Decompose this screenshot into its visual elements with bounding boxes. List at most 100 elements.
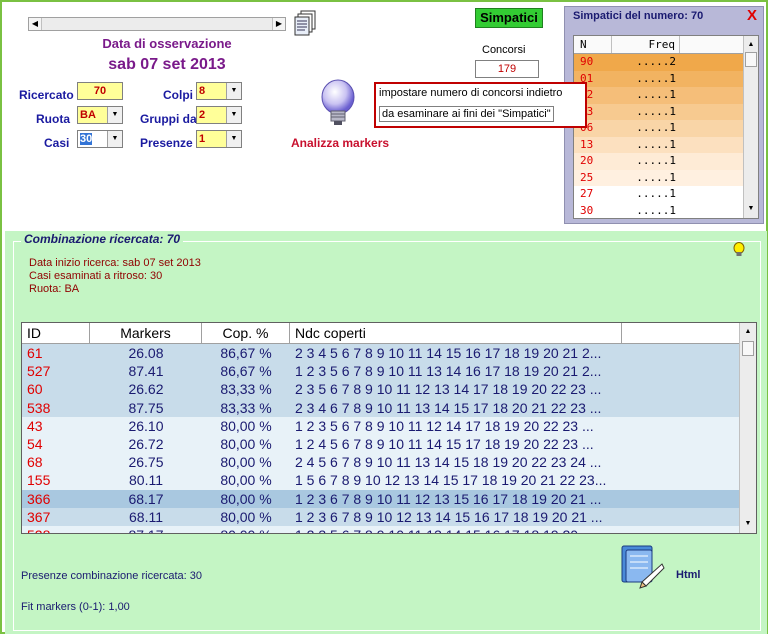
simpatici-scrollbar[interactable]: ▲ ▼	[743, 36, 758, 218]
simpatici-freq: .....1	[636, 154, 676, 167]
info-ruota: Ruota: BA	[29, 283, 80, 295]
simpatici-freq: .....1	[636, 137, 676, 151]
table-row[interactable]: 54 26.72 80,00 % 1 2 4 5 6 7 8 9 10 11 14 1…	[22, 434, 756, 454]
ricercato-input[interactable]: 70	[77, 82, 123, 100]
table-row[interactable]: 366 68.17 80,00 % 1 2 3 6 7 8 9 10 11 12 13…	[22, 489, 756, 508]
chevron-down-icon[interactable]: ▼	[226, 131, 241, 147]
colpi-select[interactable]: 8 ▼	[196, 82, 242, 100]
scroll-thumb[interactable]	[742, 341, 754, 356]
gruppi-select[interactable]: 2 ▼	[196, 106, 242, 124]
simpatici-panel-title: Simpatici del numero: 70	[573, 10, 704, 22]
simpatici-number: 30	[580, 203, 594, 217]
html-export-icon[interactable]	[618, 542, 666, 590]
tooltip-line-1: impostare numero di concorsi indietro	[379, 87, 563, 99]
simpatici-row[interactable]: 02.....1	[574, 87, 758, 104]
table-row[interactable]: 527 87.41 86,67 % 1 2 3 5 6 7 8 9 10 11 13 …	[22, 362, 756, 381]
table-row[interactable]: 68 26.75 80,00 % 2 4 5 6 7 8 9 10 11 13 14 …	[22, 453, 756, 472]
simpatici-rows: 90 .....2 01.....102.....103.....106.....1…	[574, 54, 758, 218]
simpatici-row[interactable]: 03.....1	[574, 103, 758, 120]
column-header-cop[interactable]: Cop. %	[202, 323, 290, 343]
table-row[interactable]: 538 87.75 83,33 % 2 3 4 6 7 8 9 10 11 13 14…	[22, 398, 756, 417]
table-row[interactable]: 61 26.08 86,67 % 2 3 4 5 6 7 8 9 10 11 14 1…	[22, 344, 756, 363]
row-cop: 86,67 %	[220, 363, 272, 380]
simpatici-number: 90	[580, 55, 594, 68]
row-ndc: 1 2 3 6 7 8 9 10 12 13 14 15 16 17 18 19…	[295, 508, 603, 525]
lightbulb-icon[interactable]	[315, 78, 361, 130]
column-header-ndc[interactable]: Ndc coperti	[290, 323, 622, 343]
colpi-label: Colpi	[163, 88, 193, 102]
row-markers: 26.75	[128, 454, 164, 471]
simpatici-row[interactable]: 06.....1	[574, 120, 758, 137]
observation-date: sab 07 set 2013	[108, 56, 226, 73]
colpi-value: 8	[199, 85, 206, 97]
concorsi-tooltip: impostare numero di concorsi indietro da…	[374, 82, 587, 128]
chevron-down-icon[interactable]: ▼	[107, 107, 122, 123]
scroll-down-arrow-icon[interactable]: ▼	[741, 517, 755, 531]
casi-select[interactable]: 30 ▼	[77, 130, 123, 148]
simpatici-freq: .....1	[636, 203, 676, 217]
scroll-right-arrow-icon[interactable]: ▶	[272, 18, 285, 30]
column-header-markers[interactable]: Markers	[90, 323, 202, 343]
concorsi-input[interactable]: 179	[475, 60, 539, 78]
row-markers: 26.08	[128, 345, 164, 361]
row-ndc: 2 3 4 5 6 7 8 9 10 11 14 15 16 17 18 19 …	[295, 345, 602, 361]
row-markers: 80.11	[129, 472, 163, 489]
simpatici-freq: .....1	[636, 104, 676, 118]
simpatici-row[interactable]: 01 .....1	[574, 70, 758, 87]
scroll-up-arrow-icon[interactable]: ▲	[744, 38, 758, 52]
row-ndc: 1 2 3 6 7 8 9 10 11 12 13 15 16 17 18 19…	[295, 490, 602, 507]
chevron-down-icon[interactable]: ▼	[107, 131, 122, 147]
simpatici-row[interactable]: 13 .....1	[574, 136, 758, 153]
simpatici-panel: Simpatici del numero: 70 X N Freq 90....…	[564, 6, 764, 224]
simpatici-row[interactable]: 27 .....1	[574, 186, 758, 203]
simpatici-row[interactable]: 25 .....1	[574, 169, 758, 186]
simpatici-freq: .....1	[636, 121, 676, 134]
row-cop: 80,00 %	[220, 454, 272, 471]
documents-icon[interactable]	[294, 10, 318, 36]
presenze-select[interactable]: 1 ▼	[196, 130, 242, 148]
row-markers: 68.17	[128, 490, 164, 507]
row-id: 367	[27, 508, 51, 525]
ruota-select[interactable]: BA ▼	[77, 106, 123, 124]
row-ndc: 1 2 3 5 6 7 8 9 10 11 13 14 16 17 18 19 …	[295, 363, 602, 380]
scroll-up-arrow-icon[interactable]: ▲	[741, 325, 755, 339]
date-scrollbar[interactable]: ◀ ▶	[28, 17, 286, 31]
row-markers: 26.62	[128, 381, 164, 398]
simpatici-list[interactable]: N Freq 90 .....2 01.....102.....103.....10…	[573, 35, 759, 219]
lightbulb-icon[interactable]	[732, 242, 746, 258]
chevron-down-icon[interactable]: ▼	[226, 107, 241, 123]
gruppi-label: Gruppi da	[140, 112, 197, 126]
scroll-left-arrow-icon[interactable]: ◀	[29, 18, 42, 30]
table-row[interactable]: 43 26.10 80,00 % 1 2 3 5 6 7 8 9 10 11 12 1…	[22, 416, 756, 435]
presenze-value: 1	[199, 133, 206, 145]
scroll-down-arrow-icon[interactable]: ▼	[744, 202, 758, 216]
simpatici-number: 25	[580, 170, 594, 184]
column-header-freq[interactable]: Freq	[612, 36, 680, 53]
row-ndc: 2 3 4 6 7 8 9 10 11 13 14 15 17 18 20 21…	[295, 399, 602, 416]
table-row[interactable]: 155 80.11 80,00 % 1 5 6 7 8 9 10 12 13 14 1…	[22, 471, 756, 490]
info-casi: Casi esaminati a ritroso: 30	[29, 270, 163, 282]
row-ndc: 1 2 3 5 6 7 8 9 10 11 12 14 17 18 19 20 …	[295, 417, 594, 434]
table-row[interactable]: 52887.1780,00 %1 2 3 5 6 7 8 9 10 11 13 …	[22, 525, 756, 533]
row-id: 61	[27, 345, 43, 361]
table-row[interactable]: 367 68.11 80,00 % 1 2 3 6 7 8 9 10 12 13 14…	[22, 507, 756, 526]
column-header-id[interactable]: ID	[22, 323, 90, 343]
simpatici-row[interactable]: 90 .....2	[574, 54, 758, 71]
simpatici-row[interactable]: 30 .....1	[574, 202, 758, 218]
analyze-markers-button[interactable]: Analizza markers	[291, 136, 389, 150]
results-scrollbar[interactable]: ▲ ▼	[739, 323, 756, 533]
row-cop: 80,00 %	[220, 490, 272, 507]
simpatici-row[interactable]: 20 .....1	[574, 153, 758, 170]
simpatici-freq: .....1	[636, 187, 676, 200]
column-header-n[interactable]: N	[574, 36, 612, 53]
presenze-summary: Presenze combinazione ricercata: 30	[21, 570, 202, 582]
row-id: 68	[27, 454, 43, 471]
tooltip-line-2: da esaminare ai fini dei "Simpatici"	[379, 106, 554, 122]
results-table[interactable]: ID Markers Cop. % Ndc coperti 61 26.08 86,…	[21, 322, 757, 534]
html-export-button[interactable]: Html	[676, 569, 700, 581]
table-row[interactable]: 60 26.62 83,33 % 2 3 5 6 7 8 9 10 11 12 13 …	[22, 380, 756, 399]
chevron-down-icon[interactable]: ▼	[226, 83, 241, 99]
simpatici-button[interactable]: Simpatici	[475, 8, 543, 28]
close-icon[interactable]: X	[747, 7, 757, 24]
scroll-thumb[interactable]	[745, 52, 757, 67]
